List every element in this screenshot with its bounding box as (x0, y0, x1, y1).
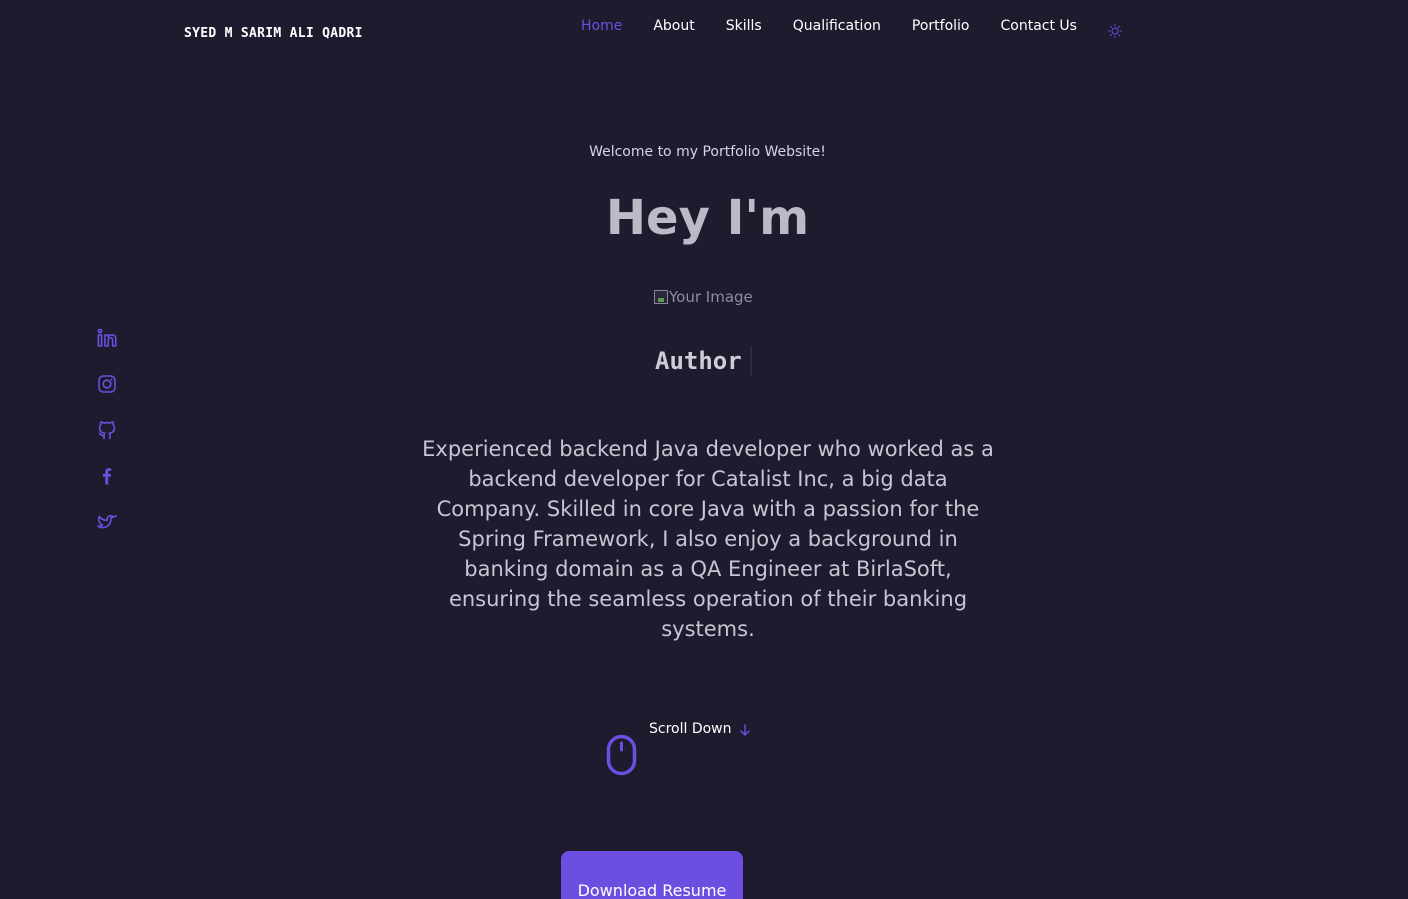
nav-portfolio[interactable]: Portfolio (912, 18, 970, 34)
brand-logo[interactable]: SYED M SARIM ALI QADRI (184, 26, 363, 41)
nav-qualification[interactable]: Qualification (793, 18, 881, 34)
facebook-icon[interactable] (96, 465, 118, 487)
hero-description: Experienced backend Java developer who w… (422, 437, 994, 641)
image-alt-text: Your Image (669, 288, 753, 306)
typed-role: Author (655, 346, 752, 376)
linkedin-icon[interactable] (96, 327, 118, 349)
scroll-down-link[interactable]: Scroll Down (649, 721, 752, 737)
arrow-down-icon (738, 723, 752, 737)
mouse-icon (606, 734, 637, 776)
nav-contact-us[interactable]: Contact Us (1000, 18, 1076, 34)
broken-image-icon (654, 290, 668, 304)
download-resume-button[interactable]: Download Resume (561, 851, 743, 899)
nav-home[interactable]: Home (581, 18, 622, 34)
social-links (96, 327, 118, 557)
role-text: Author (655, 347, 742, 375)
github-icon[interactable] (96, 419, 118, 441)
portfolio-page: SYED M SARIM ALI QADRI Home About Skills… (0, 0, 1408, 899)
nav-about[interactable]: About (653, 18, 694, 34)
nav-skills[interactable]: Skills (726, 18, 762, 34)
main-nav: Home About Skills Qualification Portfoli… (581, 16, 1122, 38)
sun-icon[interactable] (1107, 24, 1122, 38)
scroll-down-label: Scroll Down (649, 721, 732, 737)
profile-image: Your Image (654, 287, 753, 307)
typing-caret (749, 346, 752, 376)
instagram-icon[interactable] (96, 373, 118, 395)
hero-title: Hey I'm (605, 190, 810, 246)
twitter-icon[interactable] (96, 511, 118, 533)
welcome-text: Welcome to my Portfolio Website! (589, 144, 826, 160)
